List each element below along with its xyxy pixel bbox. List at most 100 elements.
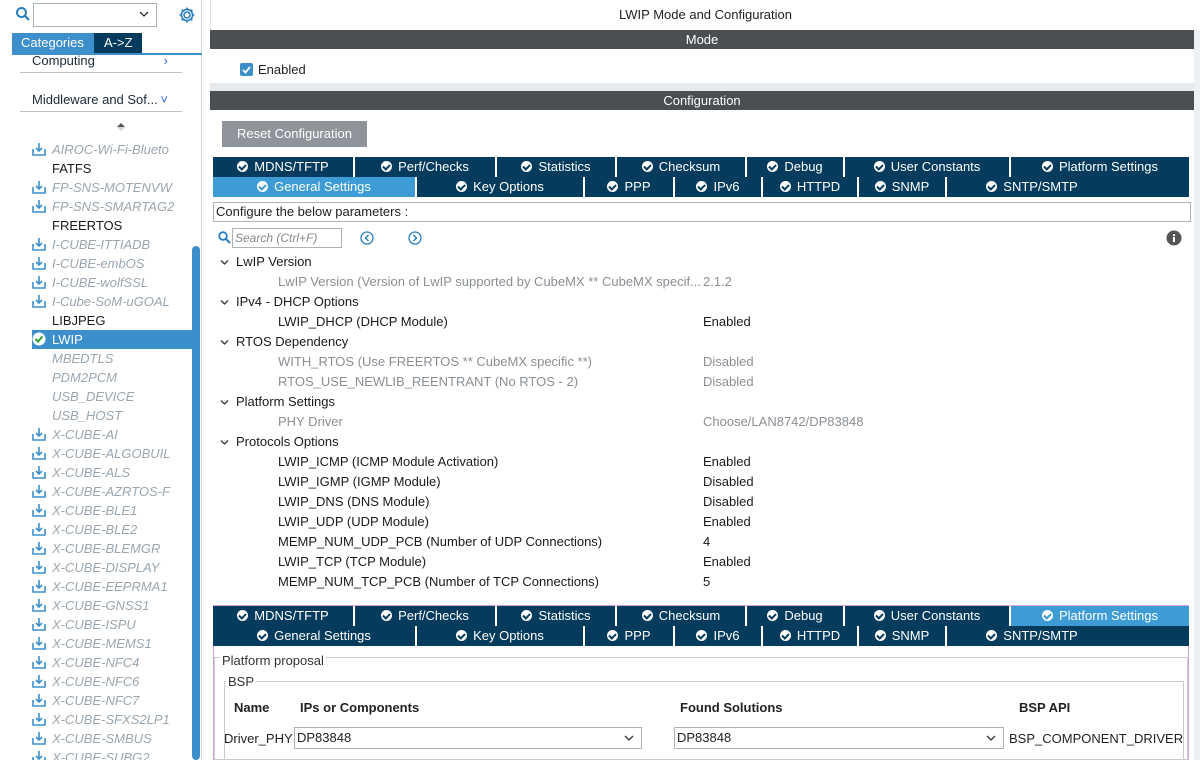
- tab-user-constants[interactable]: User Constants: [845, 157, 1011, 177]
- list-item[interactable]: USB_DEVICE: [32, 387, 192, 406]
- params-search-input[interactable]: Search (Ctrl+F): [232, 228, 342, 248]
- tab-httpd[interactable]: HTTPD: [763, 177, 859, 197]
- list-item[interactable]: LWIP: [32, 330, 192, 349]
- list-item[interactable]: FREERTOS: [32, 216, 192, 235]
- param-value: Enabled: [703, 314, 751, 329]
- tab-ipv6[interactable]: IPv6: [675, 626, 763, 646]
- tab-sntp-smtp[interactable]: SNTP/SMTP: [947, 177, 1117, 197]
- list-item[interactable]: X-CUBE-NFC6: [32, 672, 192, 691]
- group-computing[interactable]: Computing ›: [20, 51, 182, 73]
- tab-a-to-z[interactable]: A->Z: [94, 33, 142, 53]
- list-item[interactable]: FATFS: [32, 159, 192, 178]
- tab-statistics[interactable]: Statistics: [497, 606, 617, 626]
- tab-httpd[interactable]: HTTPD: [763, 626, 859, 646]
- param-category[interactable]: IPv4 - DHCP Options: [218, 292, 1188, 312]
- list-item[interactable]: X-CUBE-AZRTOS-F: [32, 482, 192, 501]
- tab-perf-checks[interactable]: Perf/Checks: [355, 606, 497, 626]
- tab-platform-settings[interactable]: Platform Settings: [1011, 157, 1189, 177]
- list-item[interactable]: MBEDTLS: [32, 349, 192, 368]
- list-item[interactable]: X-CUBE-GNSS1: [32, 596, 192, 615]
- tab-platform-settings[interactable]: Platform Settings: [1011, 606, 1189, 626]
- tab-snmp[interactable]: SNMP: [859, 626, 947, 646]
- list-item[interactable]: X-CUBE-DISPLAY: [32, 558, 192, 577]
- next-icon[interactable]: [408, 231, 422, 245]
- param-row[interactable]: WITH_RTOS (Use FREERTOS ** CubeMX specif…: [218, 352, 1188, 372]
- tab-ppp[interactable]: PPP: [585, 626, 675, 646]
- tab-key-options[interactable]: Key Options: [417, 177, 585, 197]
- param-category[interactable]: Protocols Options: [218, 432, 1188, 452]
- list-item[interactable]: X-CUBE-BLE2: [32, 520, 192, 539]
- tab-perf-checks[interactable]: Perf/Checks: [355, 157, 497, 177]
- sort-up-icon[interactable]: [116, 122, 126, 132]
- param-row[interactable]: LWIP_UDP (UDP Module) Enabled: [218, 512, 1188, 532]
- param-category[interactable]: RTOS Dependency: [218, 332, 1188, 352]
- search-icon[interactable]: [15, 6, 31, 22]
- ip-component-select[interactable]: DP83848: [294, 727, 642, 749]
- tree-search-select[interactable]: [33, 3, 157, 27]
- tree-scrollbar-thumb[interactable]: [192, 246, 200, 760]
- info-icon[interactable]: [1166, 230, 1182, 246]
- param-category[interactable]: LwIP Version: [218, 252, 1188, 272]
- tab-checksum[interactable]: Checksum: [617, 606, 747, 626]
- tab-mdns-tftp[interactable]: MDNS/TFTP: [213, 606, 355, 626]
- found-solution-select[interactable]: DP83848: [674, 727, 1004, 749]
- tab-statistics[interactable]: Statistics: [497, 157, 617, 177]
- tab-ipv6[interactable]: IPv6: [675, 177, 763, 197]
- list-item[interactable]: X-CUBE-MEMS1: [32, 634, 192, 653]
- list-item[interactable]: I-CUBE-wolfSSL: [32, 273, 192, 292]
- list-item[interactable]: PDM2PCM: [32, 368, 192, 387]
- list-item[interactable]: AIROC-Wi-Fi-Blueto: [32, 140, 192, 159]
- previous-icon[interactable]: [360, 231, 374, 245]
- list-item[interactable]: X-CUBE-BLEMGR: [32, 539, 192, 558]
- param-row[interactable]: PHY Driver Choose/LAN8742/DP83848: [218, 412, 1188, 432]
- tab-checksum[interactable]: Checksum: [617, 157, 747, 177]
- tab-debug[interactable]: Debug: [747, 157, 845, 177]
- param-row[interactable]: RTOS_USE_NEWLIB_REENTRANT (No RTOS - 2) D…: [218, 372, 1188, 392]
- list-item[interactable]: I-CUBE-embOS: [32, 254, 192, 273]
- list-item[interactable]: X-CUBE-NFC7: [32, 691, 192, 710]
- param-row[interactable]: MEMP_NUM_TCP_PCB (Number of TCP Connecti…: [218, 572, 1188, 592]
- list-item[interactable]: X-CUBE-EEPRMA1: [32, 577, 192, 596]
- tab-label: Debug: [784, 159, 823, 174]
- tab-user-constants[interactable]: User Constants: [845, 606, 1011, 626]
- list-item[interactable]: I-CUBE-ITTIADB: [32, 235, 192, 254]
- tab-debug[interactable]: Debug: [747, 606, 845, 626]
- list-item[interactable]: X-CUBE-SMBUS: [32, 729, 192, 748]
- param-row[interactable]: LwIP Version (Version of LwIP supported …: [218, 272, 1188, 292]
- param-value: 2.1.2: [703, 274, 732, 289]
- list-item[interactable]: USB_HOST: [32, 406, 192, 425]
- param-row[interactable]: LWIP_ICMP (ICMP Module Activation) Enable…: [218, 452, 1188, 472]
- tab-snmp[interactable]: SNMP: [859, 177, 947, 197]
- group-middleware[interactable]: Middleware and Sof... ˅: [20, 90, 182, 112]
- list-item[interactable]: X-CUBE-SUBG2: [32, 748, 192, 760]
- param-row[interactable]: LWIP_DNS (DNS Module) Disabled: [218, 492, 1188, 512]
- param-row[interactable]: LWIP_DHCP (DHCP Module) Enabled: [218, 312, 1188, 332]
- tab-ppp[interactable]: PPP: [585, 177, 675, 197]
- gear-icon[interactable]: [178, 6, 196, 24]
- enabled-checkbox[interactable]: [240, 63, 253, 76]
- param-category[interactable]: Platform Settings: [218, 392, 1188, 412]
- tab-general-settings[interactable]: General Settings: [213, 626, 417, 646]
- param-row[interactable]: LWIP_TCP (TCP Module) Enabled: [218, 552, 1188, 572]
- list-item[interactable]: I-Cube-SoM-uGOAL: [32, 292, 192, 311]
- check-circle-icon: [873, 610, 885, 621]
- list-item[interactable]: X-CUBE-NFC4: [32, 653, 192, 672]
- panel-scrollbar[interactable]: [1194, 30, 1200, 760]
- tab-key-options[interactable]: Key Options: [417, 626, 585, 646]
- tab-mdns-tftp[interactable]: MDNS/TFTP: [213, 157, 355, 177]
- list-item[interactable]: X-CUBE-AI: [32, 425, 192, 444]
- reset-configuration-button[interactable]: Reset Configuration: [222, 121, 367, 147]
- list-item[interactable]: X-CUBE-ALGOBUIL: [32, 444, 192, 463]
- tab-general-settings[interactable]: General Settings: [213, 177, 417, 197]
- list-item[interactable]: FP-SNS-MOTENVW: [32, 178, 192, 197]
- list-item[interactable]: X-CUBE-ISPU: [32, 615, 192, 634]
- list-item[interactable]: X-CUBE-BLE1: [32, 501, 192, 520]
- tab-categories[interactable]: Categories: [12, 33, 94, 53]
- list-item[interactable]: X-CUBE-ALS: [32, 463, 192, 482]
- param-row[interactable]: MEMP_NUM_UDP_PCB (Number of UDP Connecti…: [218, 532, 1188, 552]
- list-item[interactable]: X-CUBE-SFXS2LP1: [32, 710, 192, 729]
- list-item[interactable]: LIBJPEG: [32, 311, 192, 330]
- tab-sntp-smtp[interactable]: SNTP/SMTP: [947, 626, 1117, 646]
- param-row[interactable]: LWIP_IGMP (IGMP Module) Disabled: [218, 472, 1188, 492]
- list-item[interactable]: FP-SNS-SMARTAG2: [32, 197, 192, 216]
